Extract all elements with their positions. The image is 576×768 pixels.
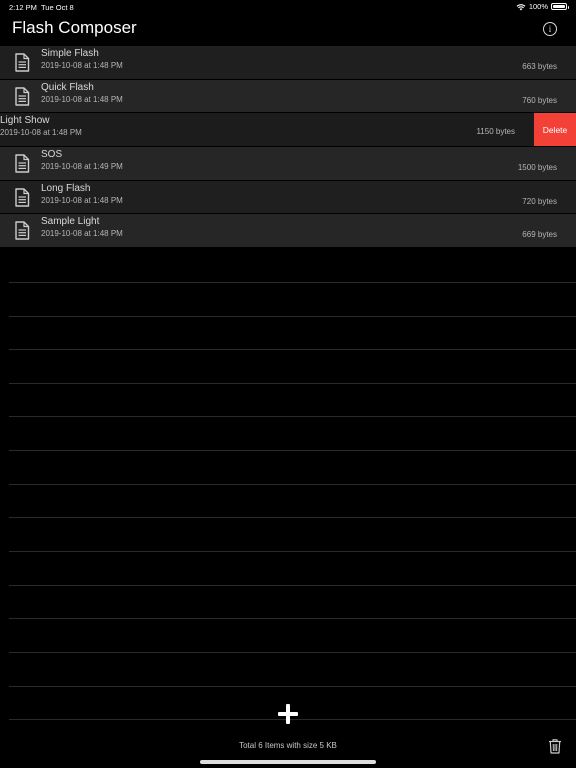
battery-icon <box>551 3 569 10</box>
status-indicators: 100% <box>516 2 569 11</box>
list-item[interactable]: Long Flash 2019-10-08 at 1:48 PM 720 byt… <box>0 180 576 215</box>
separator <box>9 484 576 485</box>
document-icon <box>15 154 30 173</box>
item-date: 2019-10-08 at 1:49 PM <box>41 162 123 172</box>
document-icon <box>15 86 30 106</box>
document-icon <box>15 221 30 241</box>
separator <box>9 383 576 384</box>
separator <box>9 416 576 417</box>
item-size: 760 bytes <box>522 95 557 105</box>
document-icon <box>15 188 30 207</box>
list-item[interactable]: Quick Flash 2019-10-08 at 1:48 PM 760 by… <box>0 79 576 114</box>
navigation-bar: Flash Composer i <box>0 14 576 46</box>
page-title: Flash Composer <box>12 18 137 37</box>
item-size: 663 bytes <box>522 62 557 71</box>
plus-icon[interactable] <box>278 704 298 724</box>
status-bar: 2:12 PM Tue Oct 8 100% <box>0 0 576 14</box>
info-circle-icon[interactable]: i <box>543 22 557 36</box>
status-time: 2:12 PM <box>9 3 37 12</box>
item-date: 2019-10-08 at 1:48 PM <box>0 128 82 138</box>
item-title: Long Flash <box>41 182 91 194</box>
list-item-swiped[interactable]: Light Show 2019-10-08 at 1:48 PM 1150 by… <box>0 113 576 148</box>
separator <box>9 652 576 653</box>
battery-percent: 100% <box>528 2 548 11</box>
separator <box>9 686 576 687</box>
item-date: 2019-10-08 at 1:48 PM <box>41 195 123 205</box>
item-size: 1500 bytes <box>517 163 557 173</box>
list-item[interactable]: Sample Light 2019-10-08 at 1:48 PM 669 b… <box>0 214 576 249</box>
item-size: 720 bytes <box>522 196 557 206</box>
flash-list: Simple Flash 2019-10-08 at 1:48 PM 663 b… <box>0 46 576 249</box>
separator <box>9 349 576 350</box>
separator <box>9 517 576 518</box>
list-item[interactable]: Simple Flash 2019-10-08 at 1:48 PM 663 b… <box>0 46 576 80</box>
document-icon <box>15 53 30 72</box>
separator <box>9 551 576 552</box>
summary-text: Total 6 Items with size 5 KB <box>239 741 337 750</box>
item-date: 2019-10-08 at 1:48 PM <box>41 61 123 70</box>
item-title: Light Show <box>0 115 50 127</box>
separator <box>9 316 576 317</box>
item-date: 2019-10-08 at 1:48 PM <box>41 229 123 239</box>
separator <box>9 585 576 586</box>
item-title: Quick Flash <box>41 81 94 93</box>
item-size: 1150 bytes <box>476 127 515 137</box>
item-title: Simple Flash <box>41 48 99 59</box>
home-indicator <box>200 760 376 764</box>
trash-icon[interactable] <box>548 738 562 754</box>
item-size: 669 bytes <box>522 230 557 240</box>
separator <box>9 618 576 619</box>
delete-button[interactable]: Delete <box>534 113 576 147</box>
item-date: 2019-10-08 at 1:48 PM <box>41 94 123 104</box>
item-title: Sample Light <box>41 216 100 228</box>
separator <box>9 450 576 451</box>
item-title: SOS <box>41 149 63 161</box>
status-date: Tue Oct 8 <box>41 3 74 12</box>
separator <box>9 282 576 283</box>
list-item[interactable]: SOS 2019-10-08 at 1:49 PM 1500 bytes <box>0 147 576 181</box>
wifi-icon <box>516 3 526 10</box>
